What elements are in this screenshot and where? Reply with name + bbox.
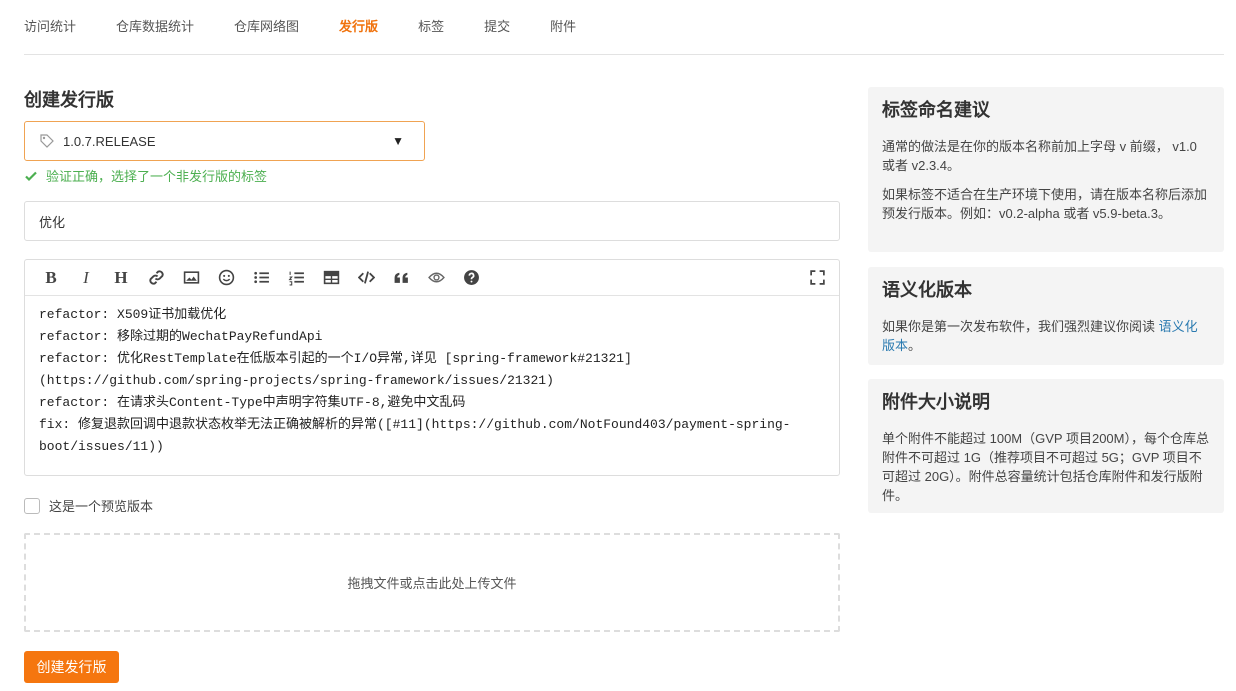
- file-dropzone[interactable]: 拖拽文件或点击此处上传文件: [24, 533, 840, 632]
- semver-text-before: 如果你是第一次发布软件，我们强烈建议你阅读: [882, 319, 1159, 334]
- ordered-list-icon[interactable]: [286, 268, 306, 288]
- editor-content[interactable]: refactor: X509证书加载优化 refactor: 移除过期的Wech…: [25, 296, 839, 466]
- attachment-size-title: 附件大小说明: [882, 389, 1210, 415]
- semver-text: 如果你是第一次发布软件，我们强烈建议你阅读 语义化版本。: [882, 317, 1210, 355]
- tag-select[interactable]: 1.0.7.RELEASE ▼: [24, 121, 425, 161]
- release-title-input[interactable]: [24, 201, 840, 241]
- attachment-size-card: 附件大小说明 单个附件不能超过 100M（GVP 项目200M），每个仓库总附件…: [868, 379, 1224, 513]
- tag-naming-title: 标签命名建议: [882, 97, 1210, 123]
- fullscreen-icon[interactable]: [807, 268, 827, 288]
- emoji-icon[interactable]: [216, 268, 236, 288]
- tag-icon: [39, 133, 55, 149]
- tab-releases[interactable]: 发行版: [339, 17, 378, 37]
- tag-value: 1.0.7.RELEASE: [63, 134, 156, 149]
- tag-naming-card: 标签命名建议 通常的做法是在你的版本名称前加上字母 v 前缀， v1.0 或者 …: [868, 87, 1224, 252]
- caret-down-icon[interactable]: ▼: [392, 134, 404, 148]
- table-icon[interactable]: [321, 268, 341, 288]
- italic-button[interactable]: I: [76, 268, 96, 288]
- create-release-button[interactable]: 创建发行版: [24, 651, 119, 683]
- editor-toolbar: B I H: [25, 260, 839, 296]
- tab-commits[interactable]: 提交: [484, 17, 510, 37]
- prerelease-checkbox-row[interactable]: 这是一个预览版本: [24, 496, 153, 515]
- heading-button[interactable]: H: [111, 268, 131, 288]
- image-icon[interactable]: [181, 268, 201, 288]
- bold-button[interactable]: B: [41, 268, 61, 288]
- tab-repo-data-stats[interactable]: 仓库数据统计: [116, 17, 194, 37]
- validation-text: 验证正确，选择了一个非发行版的标签: [46, 166, 267, 185]
- prerelease-label: 这是一个预览版本: [49, 496, 153, 515]
- tab-visit-stats[interactable]: 访问统计: [24, 17, 76, 37]
- code-icon[interactable]: [356, 268, 376, 288]
- link-icon[interactable]: [146, 268, 166, 288]
- help-icon[interactable]: [461, 268, 481, 288]
- markdown-editor: B I H: [24, 259, 840, 476]
- tag-naming-p2: 如果标签不适合在生产环境下使用，请在版本名称后添加预发行版本。例如：v0.2-a…: [882, 185, 1210, 223]
- tag-naming-p1: 通常的做法是在你的版本名称前加上字母 v 前缀， v1.0 或者 v2.3.4。: [882, 137, 1210, 175]
- semver-card: 语义化版本 如果你是第一次发布软件，我们强烈建议你阅读 语义化版本。: [868, 267, 1224, 365]
- tab-tags[interactable]: 标签: [418, 17, 444, 37]
- quote-icon[interactable]: [391, 268, 411, 288]
- repo-tabs: 访问统计 仓库数据统计 仓库网络图 发行版 标签 提交 附件: [24, 0, 1224, 55]
- unordered-list-icon[interactable]: [251, 268, 271, 288]
- semver-title: 语义化版本: [882, 277, 1210, 303]
- validation-message: 验证正确，选择了一个非发行版的标签: [24, 166, 267, 185]
- page-title: 创建发行版: [24, 86, 114, 112]
- attachment-size-text: 单个附件不能超过 100M（GVP 项目200M），每个仓库总附件不可超过 1G…: [882, 429, 1210, 505]
- tab-network-graph[interactable]: 仓库网络图: [234, 17, 299, 37]
- check-icon: [24, 169, 38, 183]
- semver-text-after: 。: [908, 338, 921, 353]
- prerelease-checkbox[interactable]: [24, 498, 40, 514]
- preview-eye-icon[interactable]: [426, 268, 446, 288]
- tab-attachments[interactable]: 附件: [550, 17, 576, 37]
